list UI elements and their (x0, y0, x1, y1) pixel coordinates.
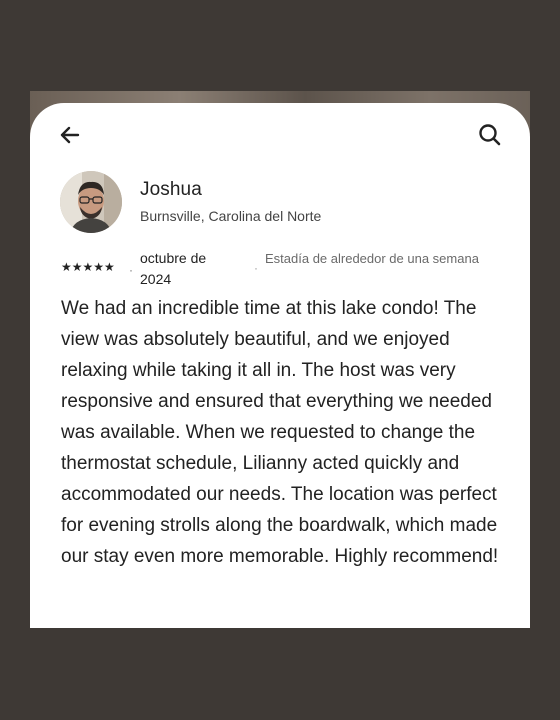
reviewer-avatar[interactable] (60, 171, 122, 233)
avatar-photo (60, 171, 122, 233)
review-date: octubre de 2024 (140, 250, 207, 287)
separator-dot: · (254, 261, 258, 275)
back-button[interactable] (56, 121, 84, 149)
reviewer-location: Burnsville, Carolina del Norte (140, 208, 322, 224)
star-rating: ★★★★★ (61, 260, 115, 274)
search-icon (479, 124, 501, 146)
reviewer-name[interactable]: Joshua (140, 179, 202, 201)
separator-dot: · (129, 263, 133, 277)
search-button[interactable] (476, 121, 504, 149)
review-text: We had an incredible time at this lake c… (61, 298, 499, 567)
review-card: Joshua Burnsville, Carolina del Norte ★★… (30, 103, 530, 628)
arrow-left-icon (60, 126, 80, 144)
stay-length: Estadía de alrededor de una semana (265, 251, 479, 266)
screenshot-frame: Joshua Burnsville, Carolina del Norte ★★… (0, 0, 560, 720)
